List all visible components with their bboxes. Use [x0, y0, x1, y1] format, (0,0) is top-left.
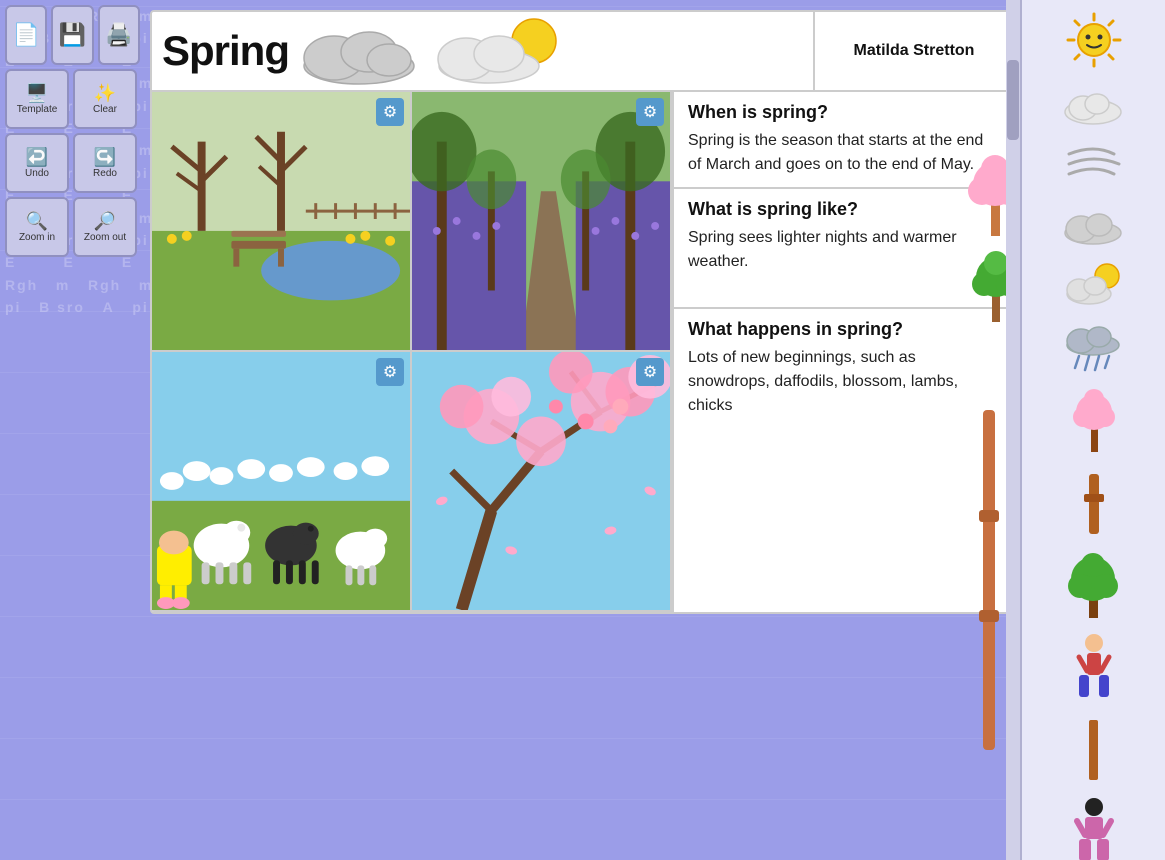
toolbar-row-4: 🔍 Zoom in 🔎 Zoom out	[5, 197, 140, 257]
author-name: Matilda Stretton	[854, 42, 975, 60]
sidebar-trunk2-icon[interactable]	[1059, 715, 1129, 785]
photo-cell-2: ⚙	[412, 92, 672, 352]
toolbar-row-3: ↩️ Undo ↪️ Redo	[5, 133, 140, 193]
toolbar-row-1: 📄 💾 🖨️	[5, 5, 140, 65]
sidebar-trunk-icon[interactable]	[1059, 469, 1129, 539]
zoom-in-label: Zoom in	[19, 232, 55, 243]
clear-icon: ✨	[94, 84, 116, 102]
trunk-sticker-right	[975, 410, 1003, 755]
zoom-out-button[interactable]: 🔎 Zoom out	[73, 197, 137, 257]
save-icon: 💾	[59, 24, 86, 46]
header-decoration	[299, 16, 803, 86]
answer-2: Spring sees lighter nights and warmer we…	[688, 226, 999, 274]
info-section-2: What is spring like? Spring sees lighter…	[674, 189, 1013, 309]
card-body: ⚙	[152, 92, 1013, 612]
page-title: Spring	[162, 27, 289, 75]
sidebar-pink-tree-icon[interactable]	[1059, 387, 1129, 457]
answer-3: Lots of new beginnings, such as snowdrop…	[688, 346, 999, 418]
info-panel: When is spring? Spring is the season tha…	[672, 92, 1013, 612]
template-icon: 🖥️	[26, 84, 48, 102]
header-cloud-sun	[434, 16, 564, 86]
photo-cell-3: ⚙	[152, 352, 412, 612]
content-card: Spring	[150, 10, 1015, 614]
print-button[interactable]: 🖨️	[98, 5, 140, 65]
photo-park	[152, 92, 410, 350]
undo-label: Undo	[25, 168, 49, 179]
main-content-area: Spring	[150, 10, 1015, 850]
author-box: Matilda Stretton	[813, 12, 1013, 90]
redo-button[interactable]: ↪️ Redo	[73, 133, 137, 193]
undo-icon: ↩️	[26, 148, 48, 166]
left-toolbar: 📄 💾 🖨️ 🖥️ Template ✨ Clear ↩️ Undo ↪️ Re…	[0, 0, 145, 860]
photo-lambs	[152, 352, 410, 610]
question-2: What is spring like?	[688, 199, 999, 220]
template-label: Template	[17, 104, 58, 115]
question-1: When is spring?	[688, 102, 999, 123]
sidebar-rain-icon[interactable]	[1059, 320, 1129, 375]
save-button[interactable]: 💾	[51, 5, 93, 65]
answer-1: Spring is the season that starts at the …	[688, 129, 999, 177]
redo-label: Redo	[93, 168, 117, 179]
right-sidebar	[1020, 0, 1165, 860]
card-title-area: Spring	[152, 11, 813, 91]
scrollbar-thumb[interactable]	[1007, 60, 1019, 140]
zoom-out-icon: 🔎	[94, 212, 116, 230]
sidebar-pink-person-icon[interactable]	[1059, 797, 1129, 860]
zoom-out-label: Zoom out	[84, 232, 126, 243]
sidebar-green-tree-icon[interactable]	[1059, 551, 1129, 621]
sidebar-person-icon[interactable]	[1059, 633, 1129, 703]
photo-grid: ⚙	[152, 92, 672, 612]
sidebar-cloud-medium-icon[interactable]	[1059, 201, 1129, 246]
sidebar-sun-icon[interactable]	[1059, 10, 1129, 70]
photo-cell-1: ⚙	[152, 92, 412, 352]
card-header: Spring	[152, 12, 1013, 92]
sidebar-cloud-sun-icon[interactable]	[1059, 258, 1129, 308]
sidebar-cloud-light-icon[interactable]	[1059, 82, 1129, 127]
zoom-in-icon: 🔍	[26, 212, 48, 230]
clear-label: Clear	[93, 104, 117, 115]
zoom-in-button[interactable]: 🔍 Zoom in	[5, 197, 69, 257]
new-icon: 📄	[12, 24, 39, 46]
info-section-1: When is spring? Spring is the season tha…	[674, 92, 1013, 189]
photo-bluebells	[412, 92, 670, 350]
clear-button[interactable]: ✨ Clear	[73, 69, 137, 129]
redo-icon: ↪️	[94, 148, 116, 166]
photo-settings-4[interactable]: ⚙	[636, 358, 664, 386]
photo-settings-2[interactable]: ⚙	[636, 98, 664, 126]
info-section-3: What happens in spring? Lots of new begi…	[674, 309, 1013, 428]
photo-blossom	[412, 352, 670, 610]
photo-settings-3[interactable]: ⚙	[376, 358, 404, 386]
question-3: What happens in spring?	[688, 319, 999, 340]
scrollbar-track	[1006, 0, 1020, 860]
photo-cell-4: ⚙	[412, 352, 672, 612]
new-button[interactable]: 📄	[5, 5, 47, 65]
header-clouds-left	[299, 16, 429, 86]
template-button[interactable]: 🖥️ Template	[5, 69, 69, 129]
undo-button[interactable]: ↩️ Undo	[5, 133, 69, 193]
sidebar-wind-icon[interactable]	[1059, 139, 1129, 189]
photo-settings-1[interactable]: ⚙	[376, 98, 404, 126]
toolbar-row-2: 🖥️ Template ✨ Clear	[5, 69, 140, 129]
print-icon: 🖨️	[105, 24, 132, 46]
